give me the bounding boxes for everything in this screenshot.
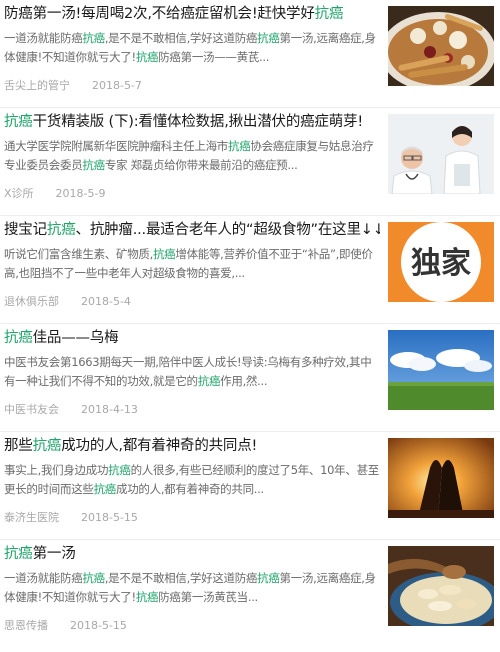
keyword-highlight: 抗癌 [82, 571, 105, 585]
item-date: 2018-5-15 [70, 619, 127, 632]
item-text: 抗癌干货精装版 (下):看懂体检数据,揪出潜伏的癌症萌芽! 通大学医学院附属新华… [4, 112, 380, 201]
item-meta: 中医书友会 2018-4-13 [4, 401, 380, 417]
item-text: 那些抗癌成功的人,都有着神奇的共同点! 事实上,我们身边成功抗癌的人很多,有些已… [4, 436, 380, 525]
item-date: 2018-5-7 [92, 79, 142, 92]
keyword-highlight: 抗癌 [135, 50, 159, 64]
text-segment: 防癌第一汤——黄芪... [158, 50, 270, 64]
item-text: 防癌第一汤!每周喝2次,不给癌症留机会!赶快学好抗癌 一道汤就能防癌抗癌,是不是… [4, 4, 380, 93]
thumbnail-praying-hands-sunset[interactable] [388, 438, 494, 518]
thumbnail-doctors-photo[interactable] [388, 114, 494, 194]
item-date: 2018-4-13 [81, 403, 138, 416]
thumbnail-exclusive-badge[interactable]: 独家 [388, 222, 494, 302]
text-segment: 第一汤 [32, 546, 76, 562]
keyword-highlight: 抗癌 [4, 546, 33, 562]
keyword-highlight: 抗癌 [152, 247, 176, 261]
item-meta: 退休俱乐部 2018-5-4 [4, 293, 380, 309]
badge-text: 独家 [411, 246, 471, 281]
text-segment: 佳品——乌梅 [32, 330, 119, 346]
item-source[interactable]: 泰济生医院 [4, 511, 59, 524]
keyword-highlight: 抗癌 [135, 590, 159, 604]
text-segment: 成功的人,都有着神奇的共同点! [61, 438, 258, 454]
text-segment: 作用,然... [220, 374, 268, 388]
text-segment: 听说它们富含维生素、矿物质, [4, 247, 153, 261]
keyword-highlight: 抗癌 [197, 374, 221, 388]
item-summary: 事实上,我们身边成功抗癌的人很多,有些已经顺利的度过了5年、10年、甚至更长的时… [4, 461, 380, 499]
text-segment: 、抗肿瘤...最适合老年人的“超级食物”在这里↓↓↓ [75, 222, 380, 238]
list-item[interactable]: 那些抗癌成功的人,都有着神奇的共同点! 事实上,我们身边成功抗癌的人很多,有些已… [0, 432, 500, 540]
list-item[interactable]: 抗癌佳品——乌梅 中医书友会第1663期每天一期,陪伴中医人成长!导读:乌梅有多… [0, 324, 500, 432]
list-item[interactable]: 抗癌第一汤 一道汤就能防癌抗癌,是不是不敢相信,学好这道防癌抗癌第一汤,远离癌症… [0, 540, 500, 648]
item-summary: 一道汤就能防癌抗癌,是不是不敢相信,学好这道防癌抗癌第一汤,远离癌症,身体健康!… [4, 29, 380, 67]
text-segment: 防癌第一汤!每周喝2次,不给癌症留机会!赶快学好 [4, 6, 315, 22]
text-segment: 专家 郑磊贞给你带来最前沿的癌症预... [104, 158, 298, 172]
item-title[interactable]: 抗癌佳品——乌梅 [4, 328, 380, 348]
item-meta: X诊所 2018-5-9 [4, 185, 380, 201]
item-source[interactable]: X诊所 [4, 187, 34, 200]
keyword-highlight: 抗癌 [82, 31, 105, 45]
item-text: 抗癌第一汤 一道汤就能防癌抗癌,是不是不敢相信,学好这道防癌抗癌第一汤,远离癌症… [4, 544, 380, 633]
text-segment: 成功的人,都有着神奇的共同... [116, 482, 264, 496]
keyword-highlight: 抗癌 [46, 222, 76, 238]
item-title[interactable]: 那些抗癌成功的人,都有着神奇的共同点! [4, 436, 380, 456]
item-meta: 泰济生医院 2018-5-15 [4, 509, 380, 525]
keyword-highlight: 抗癌 [228, 139, 251, 153]
item-summary: 听说它们富含维生素、矿物质,抗癌增体能等,营养价值不亚于“补品”,即使价高,也阻… [4, 245, 380, 283]
keyword-highlight: 抗癌 [108, 463, 131, 477]
item-date: 2018-5-4 [81, 295, 131, 308]
text-segment: ,是不是不敢相信,学好这道防癌 [104, 571, 258, 585]
keyword-highlight: 抗癌 [257, 571, 280, 585]
list-item[interactable]: 防癌第一汤!每周喝2次,不给癌症留机会!赶快学好抗癌 一道汤就能防癌抗癌,是不是… [0, 0, 500, 108]
keyword-highlight: 抗癌 [82, 158, 105, 172]
item-text: 抗癌佳品——乌梅 中医书友会第1663期每天一期,陪伴中医人成长!导读:乌梅有多… [4, 328, 380, 417]
item-meta: 舌尖上的管宁 2018-5-7 [4, 77, 380, 93]
text-segment: 干货精装版 (下):看懂体检数据,揪出潜伏的癌症萌芽! [32, 114, 364, 130]
item-date: 2018-5-15 [81, 511, 138, 524]
thumbnail-sky-landscape[interactable] [388, 330, 494, 410]
item-title[interactable]: 抗癌第一汤 [4, 544, 380, 564]
item-title[interactable]: 防癌第一汤!每周喝2次,不给癌症留机会!赶快学好抗癌 [4, 4, 380, 24]
list-item[interactable]: 搜宝记抗癌、抗肿瘤...最适合老年人的“超级食物”在这里↓↓↓ 听说它们富含维生… [0, 216, 500, 324]
item-date: 2018-5-9 [55, 187, 106, 200]
item-source[interactable]: 退休俱乐部 [4, 295, 59, 308]
text-segment: 一道汤就能防癌 [4, 31, 83, 45]
text-segment: 一道汤就能防癌 [4, 571, 83, 585]
item-summary: 通大学医学院附属新华医院肿瘤科主任上海市抗癌协会癌症康复与姑息治疗专业委员会委员… [4, 137, 380, 175]
item-meta: 思恩传播 2018-5-15 [4, 617, 380, 633]
item-title[interactable]: 抗癌干货精装版 (下):看懂体检数据,揪出潜伏的癌症萌芽! [4, 112, 380, 132]
item-title[interactable]: 搜宝记抗癌、抗肿瘤...最适合老年人的“超级食物”在这里↓↓↓ [4, 220, 380, 240]
list-item[interactable]: 抗癌干货精装版 (下):看懂体检数据,揪出潜伏的癌症萌芽! 通大学医学院附属新华… [0, 108, 500, 216]
thumbnail-astragalus-slices[interactable] [388, 546, 494, 626]
text-segment: 那些 [4, 438, 33, 454]
text-segment: 通大学医学院附属新华医院肿瘤科主任上海市 [4, 139, 228, 153]
keyword-highlight: 抗癌 [257, 31, 280, 45]
text-segment: 搜宝记 [4, 222, 47, 238]
item-source[interactable]: 思恩传播 [4, 619, 48, 632]
keyword-highlight: 抗癌 [4, 330, 33, 346]
text-segment: 中医书友会第1663期每天一期,陪伴中医人成长!导读:乌梅有多种疗效,其中有一种… [4, 355, 372, 388]
item-text: 搜宝记抗癌、抗肿瘤...最适合老年人的“超级食物”在这里↓↓↓ 听说它们富含维生… [4, 220, 380, 309]
keyword-highlight: 抗癌 [32, 438, 62, 454]
text-segment: 防癌第一汤黄芪当... [158, 590, 258, 604]
item-source[interactable]: 舌尖上的管宁 [4, 79, 70, 92]
text-segment: ,是不是不敢相信,学好这道防癌 [104, 31, 258, 45]
keyword-highlight: 抗癌 [4, 114, 33, 130]
item-summary: 中医书友会第1663期每天一期,陪伴中医人成长!导读:乌梅有多种疗效,其中有一种… [4, 353, 380, 391]
keyword-highlight: 抗癌 [314, 6, 344, 22]
thumbnail-herbal-soup-bowl[interactable] [388, 6, 494, 86]
keyword-highlight: 抗癌 [93, 482, 117, 496]
search-result-feed: 防癌第一汤!每周喝2次,不给癌症留机会!赶快学好抗癌 一道汤就能防癌抗癌,是不是… [0, 0, 500, 652]
item-source[interactable]: 中医书友会 [4, 403, 59, 416]
item-summary: 一道汤就能防癌抗癌,是不是不敢相信,学好这道防癌抗癌第一汤,远离癌症,身体健康!… [4, 569, 380, 607]
text-segment: 事实上,我们身边成功 [4, 463, 109, 477]
